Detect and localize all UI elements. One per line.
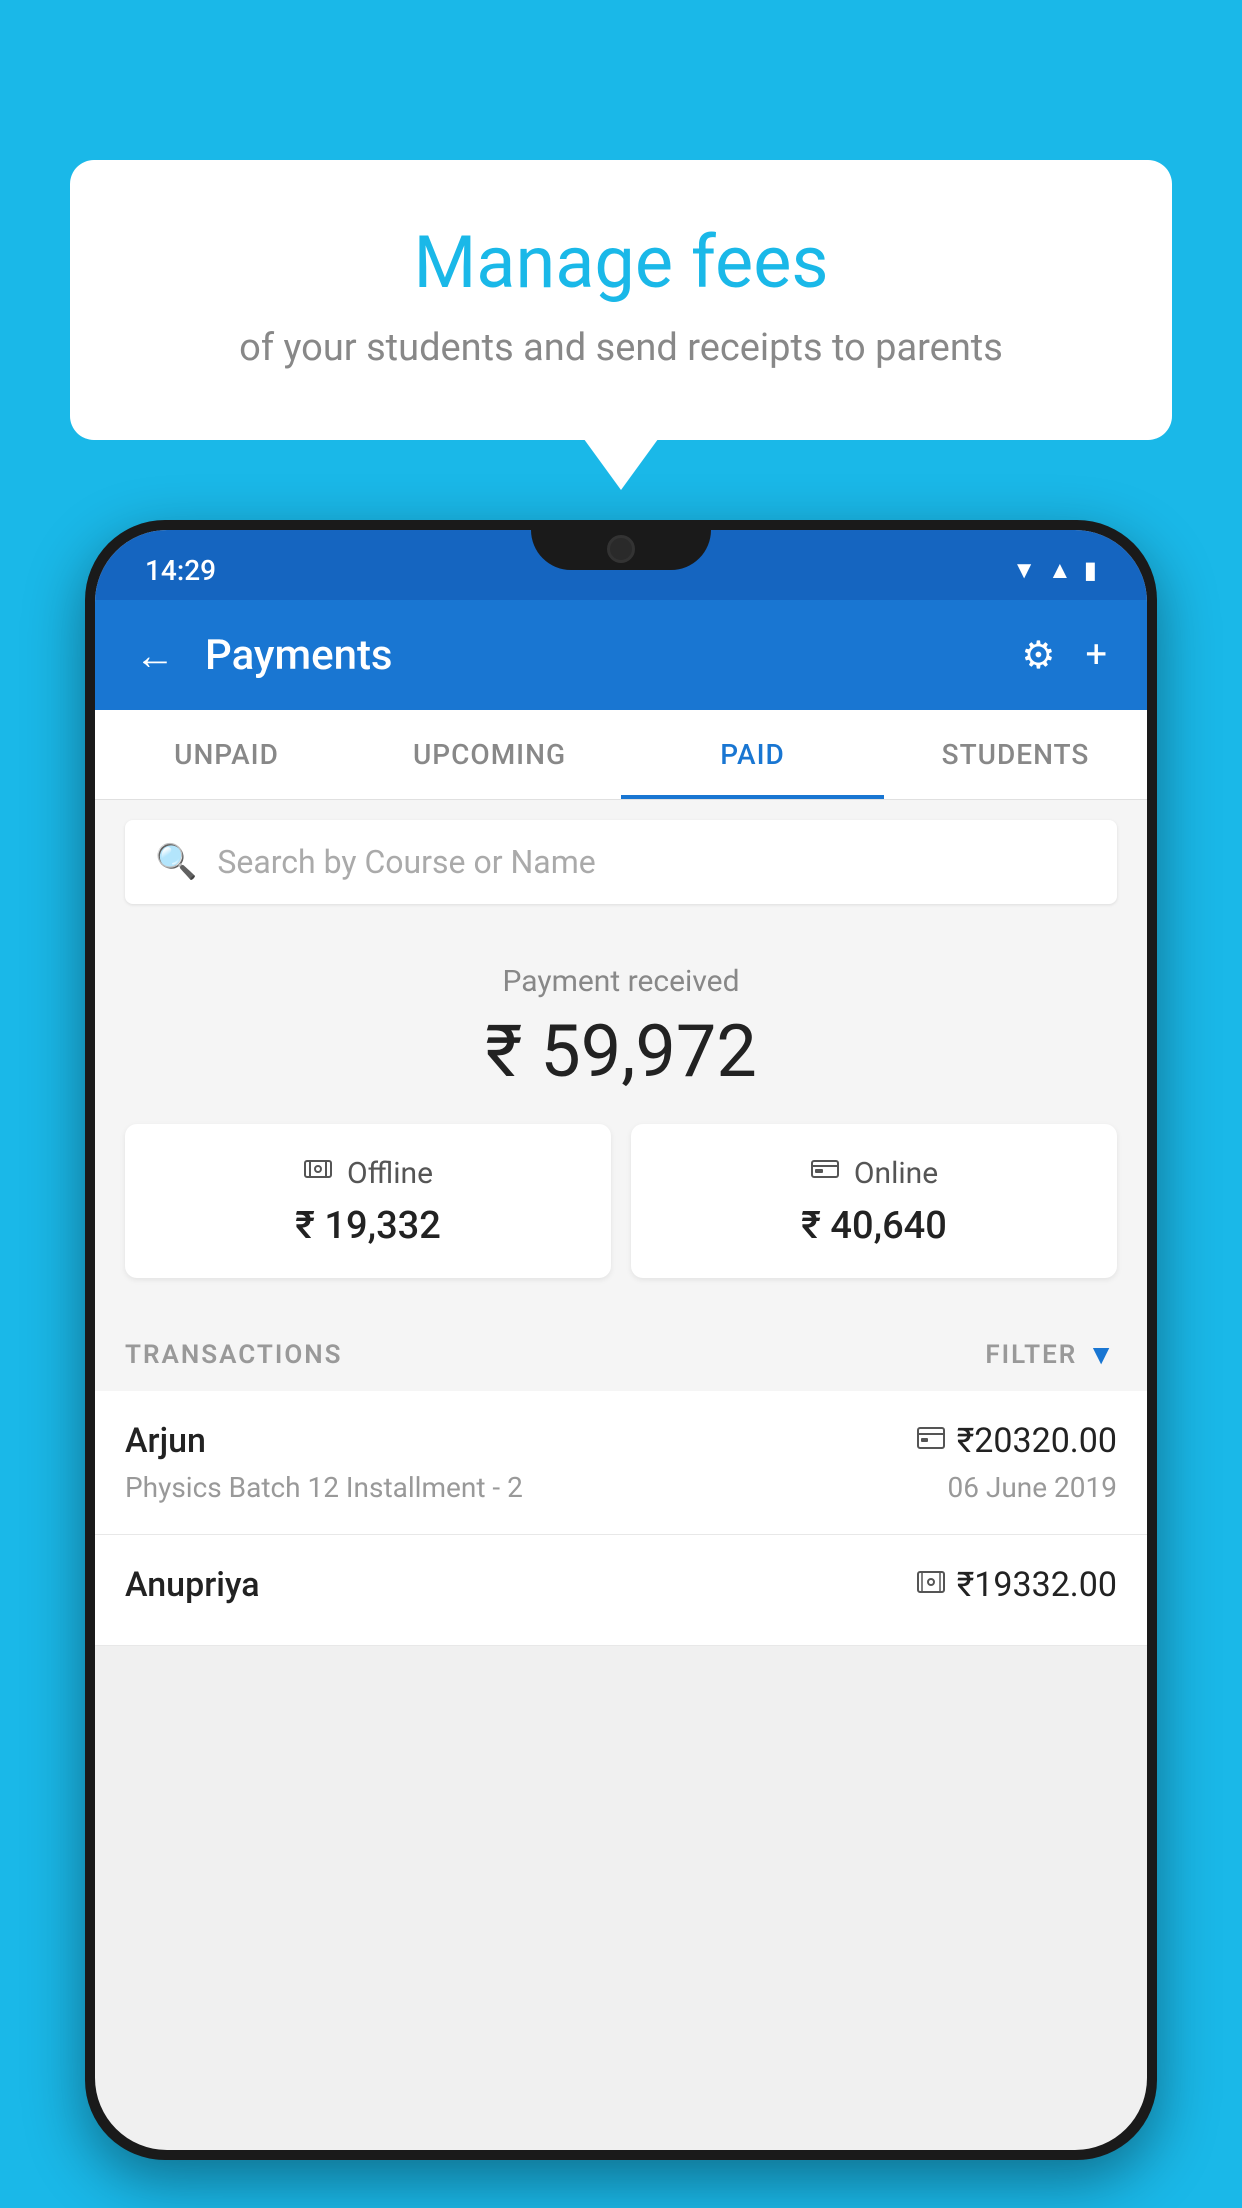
offline-amount: ₹ 19,332 xyxy=(145,1204,591,1248)
transaction-bottom-row: Physics Batch 12 Installment - 2 06 June… xyxy=(125,1471,1117,1504)
phone-camera xyxy=(607,535,635,563)
tab-upcoming[interactable]: UPCOMING xyxy=(358,710,621,799)
battery-icon: ▮ xyxy=(1084,556,1097,584)
speech-bubble-container: Manage fees of your students and send re… xyxy=(70,160,1172,440)
status-icons: ▼ ▲ ▮ xyxy=(1012,556,1097,585)
transactions-label: TRANSACTIONS xyxy=(125,1340,343,1370)
online-payment-icon xyxy=(917,1426,945,1456)
app-bar-actions: ⚙ + xyxy=(1021,633,1107,678)
online-amount: ₹ 40,640 xyxy=(651,1204,1097,1248)
transaction-top-row: Anupriya ₹19332.00 xyxy=(125,1565,1117,1605)
search-container: 🔍 Search by Course or Name xyxy=(95,800,1147,924)
transaction-list: Arjun ₹20320.00 xyxy=(95,1391,1147,1646)
phone-frame: 14:29 ▼ ▲ ▮ ← Payments ⚙ + UNPAID xyxy=(85,520,1157,2160)
table-row[interactable]: Anupriya ₹19332.00 xyxy=(95,1535,1147,1646)
payment-summary: Payment received ₹ 59,972 xyxy=(95,924,1147,1308)
offline-payment-icon xyxy=(917,1570,945,1600)
bubble-subtitle: of your students and send receipts to pa… xyxy=(150,326,1092,370)
table-row[interactable]: Arjun ₹20320.00 xyxy=(95,1391,1147,1535)
phone-container: 14:29 ▼ ▲ ▮ ← Payments ⚙ + UNPAID xyxy=(85,520,1157,2208)
payment-label: Payment received xyxy=(125,964,1117,999)
wifi-icon: ▼ xyxy=(1012,556,1036,585)
transactions-header: TRANSACTIONS FILTER ▼ xyxy=(95,1308,1147,1391)
transaction-amount: ₹19332.00 xyxy=(957,1565,1117,1605)
tab-students[interactable]: STUDENTS xyxy=(884,710,1147,799)
transaction-date: 06 June 2019 xyxy=(947,1471,1117,1504)
transaction-amount: ₹20320.00 xyxy=(957,1421,1117,1461)
signal-icon: ▲ xyxy=(1048,556,1072,585)
offline-label: Offline xyxy=(347,1156,433,1191)
phone-notch xyxy=(531,520,711,570)
search-bar[interactable]: 🔍 Search by Course or Name xyxy=(125,820,1117,904)
payment-cards: Offline ₹ 19,332 xyxy=(125,1124,1117,1278)
transaction-course: Physics Batch 12 Installment - 2 xyxy=(125,1471,523,1504)
page-title: Payments xyxy=(205,631,991,680)
filter-icon: ▼ xyxy=(1087,1338,1117,1371)
online-label: Online xyxy=(854,1156,938,1191)
transaction-amount-wrap: ₹20320.00 xyxy=(917,1421,1117,1461)
tab-paid[interactable]: PAID xyxy=(621,710,884,799)
online-card-header: Online xyxy=(651,1154,1097,1192)
filter-button[interactable]: FILTER ▼ xyxy=(985,1338,1117,1371)
add-icon[interactable]: + xyxy=(1085,633,1107,677)
offline-card-header: Offline xyxy=(145,1154,591,1192)
tabs-container: UNPAID UPCOMING PAID STUDENTS xyxy=(95,710,1147,800)
bubble-title: Manage fees xyxy=(150,220,1092,306)
search-icon: 🔍 xyxy=(155,842,197,882)
transaction-amount-wrap: ₹19332.00 xyxy=(917,1565,1117,1605)
back-button[interactable]: ← xyxy=(135,632,175,679)
status-time: 14:29 xyxy=(145,554,216,587)
payment-total-amount: ₹ 59,972 xyxy=(125,1009,1117,1094)
filter-label: FILTER xyxy=(985,1340,1077,1370)
transaction-name: Arjun xyxy=(125,1421,206,1461)
speech-bubble: Manage fees of your students and send re… xyxy=(70,160,1172,440)
app-bar: ← Payments ⚙ + xyxy=(95,600,1147,710)
offline-icon xyxy=(303,1154,333,1192)
search-input[interactable]: Search by Course or Name xyxy=(217,843,595,881)
online-card: Online ₹ 40,640 xyxy=(631,1124,1117,1278)
offline-card: Offline ₹ 19,332 xyxy=(125,1124,611,1278)
tab-unpaid[interactable]: UNPAID xyxy=(95,710,358,799)
transaction-top-row: Arjun ₹20320.00 xyxy=(125,1421,1117,1461)
phone-screen: 14:29 ▼ ▲ ▮ ← Payments ⚙ + UNPAID xyxy=(95,530,1147,2150)
transaction-name: Anupriya xyxy=(125,1565,260,1605)
settings-icon[interactable]: ⚙ xyxy=(1021,633,1055,678)
online-icon xyxy=(810,1154,840,1192)
